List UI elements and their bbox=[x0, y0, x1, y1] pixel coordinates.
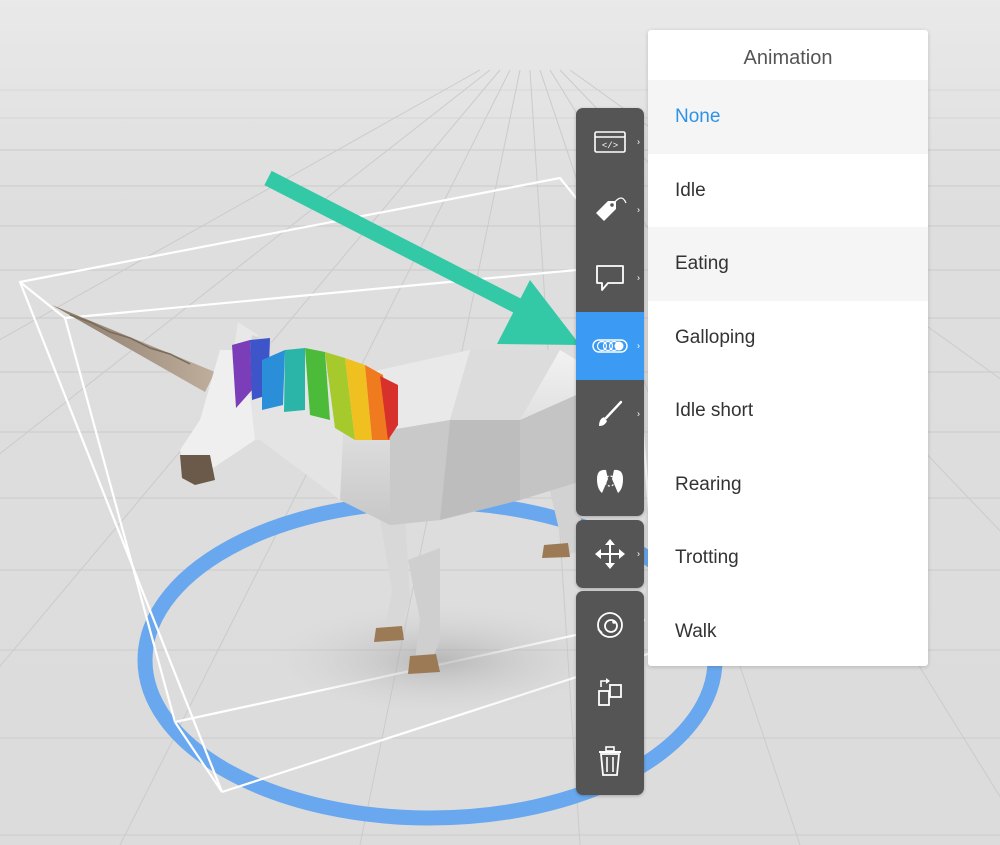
code-button[interactable]: </> › bbox=[576, 108, 644, 176]
chevron-right-icon: › bbox=[637, 272, 640, 283]
physics-icon bbox=[594, 467, 626, 497]
paint-button[interactable]: › bbox=[576, 380, 644, 448]
menu-item-idle-short[interactable]: Idle short bbox=[648, 374, 928, 448]
chevron-right-icon: › bbox=[637, 340, 640, 351]
menu-item-idle[interactable]: Idle bbox=[648, 154, 928, 228]
tag-icon bbox=[592, 195, 628, 225]
menu-title: Animation bbox=[743, 47, 833, 69]
animation-menu: Animation None Idle Eating Galloping Idl… bbox=[648, 30, 928, 666]
delete-button[interactable] bbox=[576, 727, 644, 795]
comment-icon bbox=[594, 263, 626, 293]
duplicate-icon bbox=[595, 677, 625, 709]
trash-icon bbox=[597, 746, 623, 776]
move-button[interactable]: › bbox=[576, 520, 644, 588]
menu-item-eating[interactable]: Eating bbox=[648, 227, 928, 301]
physics-button[interactable] bbox=[576, 448, 644, 516]
chevron-right-icon: › bbox=[637, 136, 640, 147]
menu-item-trotting[interactable]: Trotting bbox=[648, 521, 928, 595]
svg-text:</>: </> bbox=[602, 141, 618, 151]
code-icon: </> bbox=[594, 131, 626, 153]
tag-button[interactable]: › bbox=[576, 176, 644, 244]
menu-item-rearing[interactable]: Rearing bbox=[648, 448, 928, 522]
rotate-button[interactable] bbox=[576, 591, 644, 659]
duplicate-button[interactable] bbox=[576, 659, 644, 727]
menu-item-galloping[interactable]: Galloping bbox=[648, 301, 928, 375]
chevron-right-icon: › bbox=[637, 548, 640, 559]
move-toolbar: › bbox=[576, 520, 644, 588]
menu-item-none[interactable]: None bbox=[648, 80, 928, 154]
menu-item-walk[interactable]: Walk bbox=[648, 595, 928, 667]
chevron-right-icon: › bbox=[637, 408, 640, 419]
brush-icon bbox=[595, 399, 625, 429]
comment-button[interactable]: › bbox=[576, 244, 644, 312]
move-icon bbox=[594, 538, 626, 570]
object-toolbar: </> › › › › › bbox=[576, 108, 644, 516]
transform-toolbar bbox=[576, 591, 644, 795]
rotate-icon bbox=[594, 609, 626, 641]
animation-icon bbox=[592, 338, 628, 354]
chevron-right-icon: › bbox=[637, 204, 640, 215]
animation-button[interactable]: › bbox=[576, 312, 644, 380]
